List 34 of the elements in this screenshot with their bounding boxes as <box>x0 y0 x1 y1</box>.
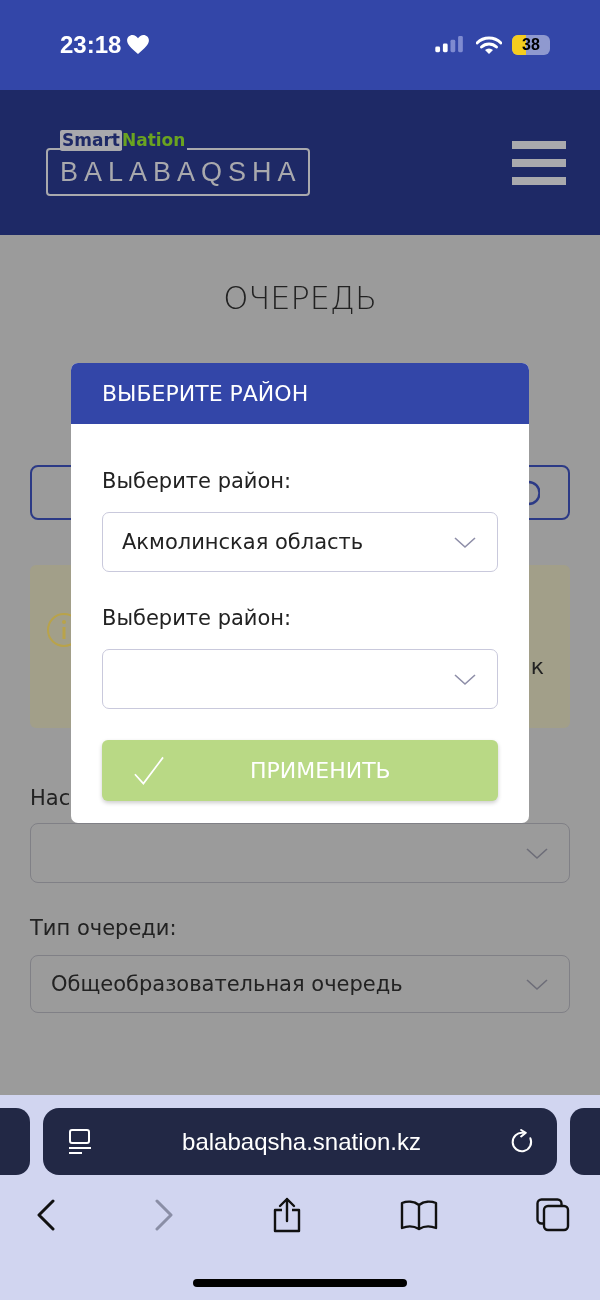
field-label: Нас <box>30 785 72 812</box>
menu-icon[interactable] <box>512 140 566 185</box>
logo-text: Smart <box>60 129 122 151</box>
page-menu-icon[interactable] <box>68 1128 92 1155</box>
tabs-icon[interactable] <box>536 1198 570 1232</box>
wifi-icon <box>476 35 502 55</box>
select-field[interactable]: Акмолинская область <box>102 512 498 572</box>
select-field[interactable] <box>102 649 498 709</box>
back-icon[interactable] <box>36 1199 56 1231</box>
logo-text: Nation <box>121 129 188 151</box>
arc-icon <box>527 479 540 506</box>
book-icon[interactable] <box>400 1199 438 1231</box>
signal-icon <box>435 35 466 55</box>
notice-text: к <box>530 654 544 679</box>
dialog-title: ВЫБЕРИТЕ РАЙОН <box>71 363 529 424</box>
field-label: Выберите район: <box>102 468 293 495</box>
chevron-icon <box>453 672 477 686</box>
chevron-icon <box>525 846 549 860</box>
heart-icon <box>127 35 150 55</box>
select-field[interactable] <box>30 823 570 883</box>
page-title: ОЧЕРЕДЬ <box>222 280 378 316</box>
field-label: Выберите район: <box>102 605 293 632</box>
tab-thumbnail[interactable] <box>0 1108 30 1175</box>
field-label: Тип очереди: <box>30 915 178 942</box>
tab-thumbnail[interactable] <box>570 1108 600 1175</box>
select-field[interactable]: Общеобразовательная очередь <box>30 955 570 1013</box>
share-icon[interactable] <box>272 1197 302 1233</box>
logo-wordmark[interactable]: BALABAQSHA <box>46 147 310 196</box>
chevron-icon <box>453 535 477 549</box>
chevron-icon <box>525 977 549 991</box>
checkmark-icon <box>134 756 164 785</box>
address-bar[interactable]: balabaqsha.snation.kz <box>43 1108 557 1175</box>
clock-time: 23:18 <box>60 31 122 59</box>
reload-icon[interactable] <box>511 1128 535 1155</box>
